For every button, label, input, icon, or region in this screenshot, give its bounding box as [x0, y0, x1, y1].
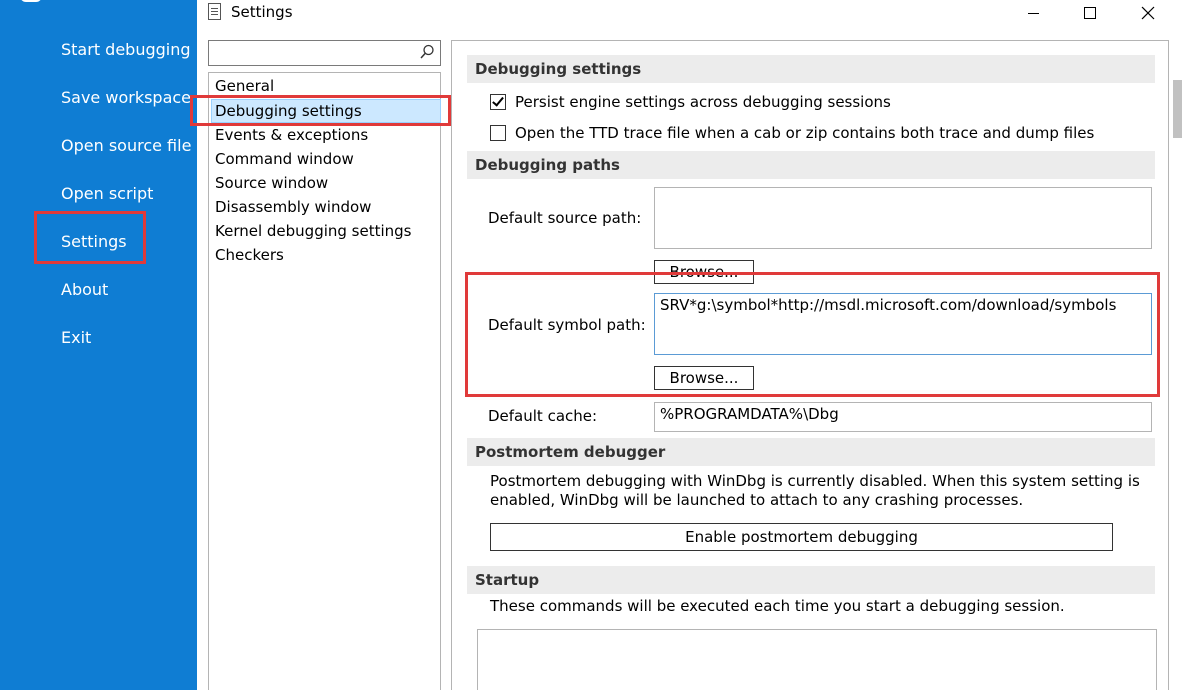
back-arrow-icon[interactable]	[20, 0, 42, 2]
checkbox-box[interactable]	[490, 125, 506, 141]
nav-item-checkers[interactable]: Checkers	[215, 246, 284, 264]
settings-item[interactable]: Settings	[61, 232, 127, 251]
settings-search-input[interactable]	[208, 40, 441, 66]
cache-input[interactable]: %PROGRAMDATA%\Dbg	[654, 402, 1152, 432]
minimize-button[interactable]	[1010, 0, 1056, 26]
persist-label: Persist engine settings across debugging…	[515, 93, 891, 111]
source-path-input[interactable]	[654, 187, 1152, 249]
source-path-label: Default source path:	[488, 209, 642, 227]
nav-item-source-window[interactable]: Source window	[215, 174, 328, 192]
nav-item-kernel-debugging[interactable]: Kernel debugging settings	[215, 222, 412, 240]
section-debugging-settings: Debugging settings	[467, 55, 1155, 83]
title-bar[interactable]: Settings	[197, 0, 1186, 26]
open-script-item[interactable]: Open script	[61, 184, 153, 203]
nav-item-debugging-settings[interactable]: Debugging settings	[211, 99, 441, 123]
enable-postmortem-button[interactable]: Enable postmortem debugging	[490, 523, 1113, 551]
nav-item-events-exceptions[interactable]: Events & exceptions	[215, 126, 368, 144]
close-icon	[1141, 6, 1155, 20]
vertical-scrollbar[interactable]	[1169, 40, 1186, 690]
section-debugging-paths: Debugging paths	[467, 151, 1155, 179]
postmortem-description: Postmortem debugging with WinDbg is curr…	[490, 472, 1140, 509]
save-workspace-item[interactable]: Save workspace	[61, 88, 191, 107]
checkbox-box[interactable]	[490, 94, 506, 110]
settings-content-panel: Debugging settings Persist engine settin…	[451, 40, 1169, 690]
maximize-icon	[1084, 7, 1096, 19]
checkmark-icon	[492, 94, 504, 107]
maximize-button[interactable]	[1067, 0, 1113, 26]
ttd-label: Open the TTD trace file when a cab or zi…	[515, 124, 1095, 142]
cache-label: Default cache:	[488, 407, 598, 425]
scrollbar-thumb[interactable]	[1173, 80, 1182, 138]
window-title: Settings	[231, 3, 293, 21]
startup-commands-input[interactable]	[477, 629, 1157, 690]
about-item[interactable]: About	[61, 280, 108, 299]
minimize-icon	[1027, 12, 1039, 14]
section-postmortem-debugger: Postmortem debugger	[467, 438, 1155, 466]
startup-description: These commands will be executed each tim…	[490, 597, 1065, 615]
symbol-browse-button[interactable]: Browse...	[654, 366, 754, 390]
symbol-path-input[interactable]: SRV*g:\symbol*http://msdl.microsoft.com/…	[654, 293, 1152, 355]
search-icon[interactable]	[420, 44, 434, 60]
start-debugging-item[interactable]: Start debugging	[61, 40, 191, 59]
nav-item-general[interactable]: General	[215, 77, 274, 95]
nav-item-command-window[interactable]: Command window	[215, 150, 354, 168]
ttd-trace-checkbox[interactable]: Open the TTD trace file when a cab or zi…	[490, 124, 1094, 142]
symbol-path-label: Default symbol path:	[488, 316, 646, 334]
document-icon	[208, 3, 221, 20]
close-button[interactable]	[1125, 0, 1171, 26]
open-source-file-item[interactable]: Open source file	[61, 136, 191, 155]
nav-item-disassembly-window[interactable]: Disassembly window	[215, 198, 371, 216]
settings-category-list: General Debugging settings Events & exce…	[208, 72, 441, 690]
exit-item[interactable]: Exit	[61, 328, 91, 347]
persist-engine-settings-checkbox[interactable]: Persist engine settings across debugging…	[490, 93, 891, 111]
settings-dialog: Settings General Debugging settings Even…	[197, 0, 1186, 690]
source-browse-button[interactable]: Browse...	[654, 260, 754, 284]
section-startup: Startup	[467, 566, 1155, 594]
backstage-menu: Start debugging Save workspace Open sour…	[0, 0, 197, 690]
